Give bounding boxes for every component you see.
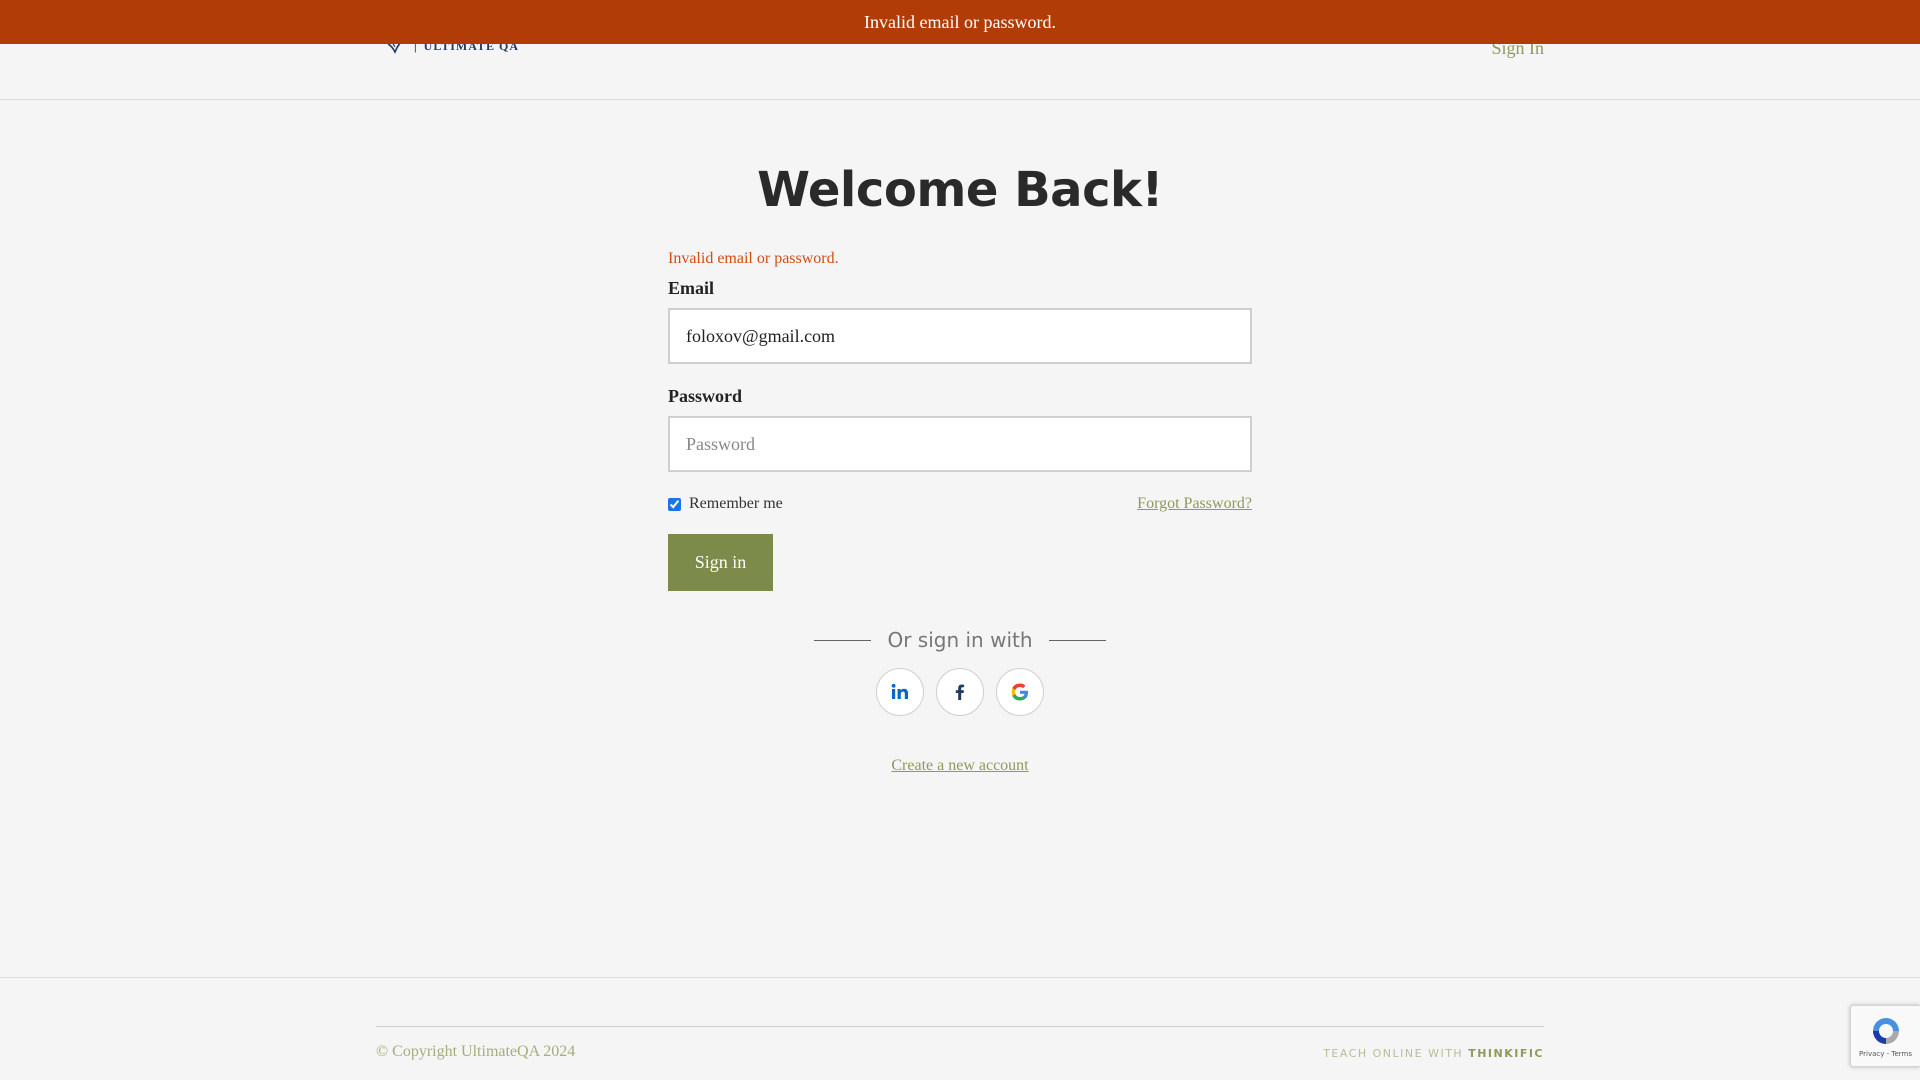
create-account-row: Create a new account xyxy=(0,757,1920,775)
create-account-link[interactable]: Create a new account xyxy=(891,757,1028,774)
footer-inner-divider xyxy=(376,1026,1544,1027)
recaptcha-links[interactable]: Privacy - Terms xyxy=(1859,1050,1912,1058)
password-field[interactable] xyxy=(668,416,1252,472)
google-icon xyxy=(1011,683,1028,701)
email-label: Email xyxy=(668,278,715,298)
thinkific-badge-link[interactable]: TEACH ONLINE WITH THINKIFIC xyxy=(1323,1047,1544,1060)
recaptcha-badge[interactable]: Privacy - Terms xyxy=(1850,1005,1920,1067)
linkedin-signin-button[interactable] xyxy=(876,668,924,716)
divider-line-right xyxy=(1048,639,1106,641)
page-title: Welcome Back! xyxy=(757,162,1163,218)
teach-prefix: TEACH ONLINE WITH xyxy=(1323,1047,1464,1060)
alert-text: Invalid email or password. xyxy=(864,11,1056,32)
footer-divider xyxy=(0,977,1920,978)
footer-copyright: © Copyright UltimateQA 2024 xyxy=(376,1043,576,1060)
password-label: Password xyxy=(668,386,743,406)
remember-row: Remember me Forgot Password? xyxy=(668,492,1252,516)
remember-me-checkbox[interactable] xyxy=(668,497,681,511)
social-divider: Or sign in with xyxy=(0,628,1920,652)
remember-me[interactable]: Remember me xyxy=(668,495,783,513)
linkedin-icon xyxy=(891,683,908,699)
form-error-message: Invalid email or password. xyxy=(668,250,839,267)
forgot-password-link[interactable]: Forgot Password? xyxy=(1137,495,1252,513)
remember-me-label: Remember me xyxy=(689,495,783,512)
google-signin-button[interactable] xyxy=(996,668,1044,716)
social-buttons xyxy=(0,668,1920,716)
divider-line-left xyxy=(814,639,872,641)
facebook-icon xyxy=(955,684,965,700)
signin-button[interactable]: Sign in xyxy=(668,534,773,591)
email-field[interactable] xyxy=(668,308,1252,364)
social-heading: Or sign in with xyxy=(887,628,1033,652)
error-alert-banner: Invalid email or password. xyxy=(0,0,1920,44)
signin-form: Invalid email or password. Email Passwor… xyxy=(668,250,1252,591)
facebook-signin-button[interactable] xyxy=(936,668,984,716)
recaptcha-icon xyxy=(1872,1018,1899,1044)
thinkific-brand: THINKIFIC xyxy=(1468,1047,1544,1060)
